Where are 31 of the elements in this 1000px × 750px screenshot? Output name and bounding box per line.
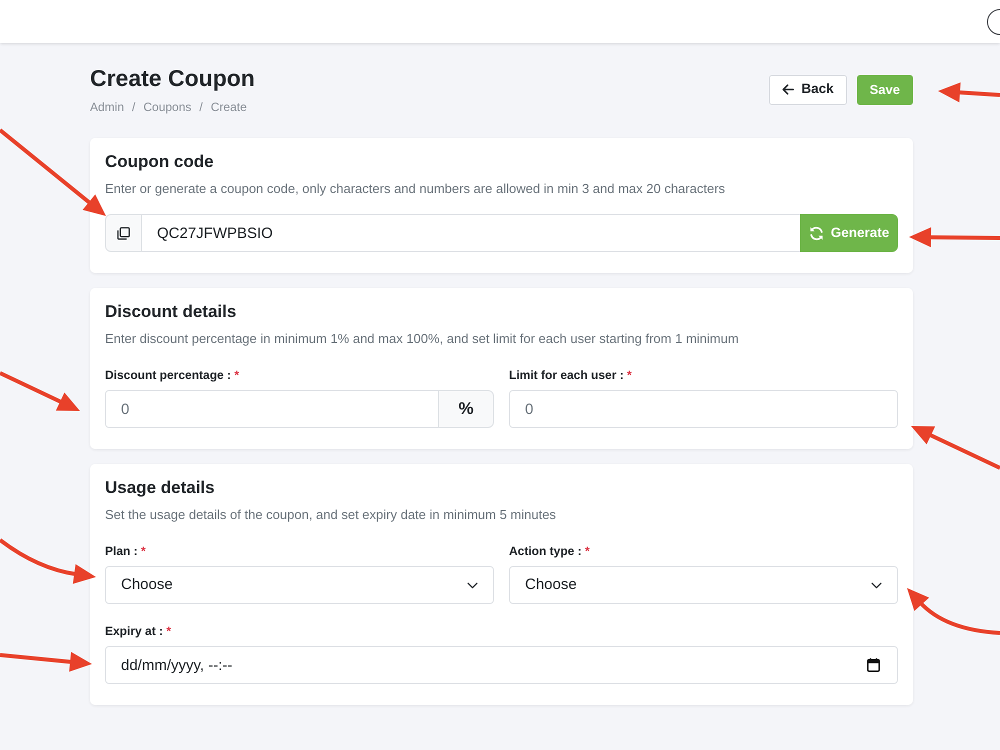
back-button[interactable]: Back [769,74,847,104]
field-label: Expiry at : * [105,623,172,639]
refresh-icon [808,226,824,240]
chevron-down-icon [467,582,478,588]
number-input[interactable]: 0 [105,390,439,428]
field-label: Plan : * [105,543,147,559]
field-label: Action type : * [509,543,591,559]
section-title: Usage details [105,477,216,499]
number-input[interactable]: 0 [509,390,898,428]
field-label: Limit for each user : * [509,367,633,383]
unit-suffix: % [438,390,494,428]
field-label: Discount percentage : * [105,367,240,383]
chevron-down-icon [871,582,882,588]
breadcrumb-separator: / [132,99,136,115]
dropdown-select[interactable]: Choose [105,566,494,604]
calendar-icon [867,658,880,672]
dropdown-select[interactable]: Choose [509,566,898,604]
date-time-field[interactable]: dd/mm/yyyy, --:-- [105,646,898,684]
section-description: Enter discount percentage in minimum 1% and max 100%, and set limit for each user starting from 1 minimum [105,330,740,348]
breadcrumb-separator: / [199,99,203,115]
section-title: Discount details [105,301,238,323]
page-title: Create Coupon [90,64,255,93]
copy-icon [117,226,130,240]
breadcrumb-current: Create [210,99,247,115]
copy-button[interactable] [105,214,142,252]
arrow-left-icon [782,84,794,95]
section-title: Coupon code [105,151,215,173]
coupon-code-input[interactable]: QC27JFWPBSIO [141,214,801,252]
section-description: Enter or generate a coupon code, only characters and numbers are allowed in min 3 and max 20 characters [105,180,726,198]
section-description: Set the usage details of the coupon, and set expiry date in minimum 5 minutes [105,506,557,524]
annotation-arrow [938,82,1000,102]
